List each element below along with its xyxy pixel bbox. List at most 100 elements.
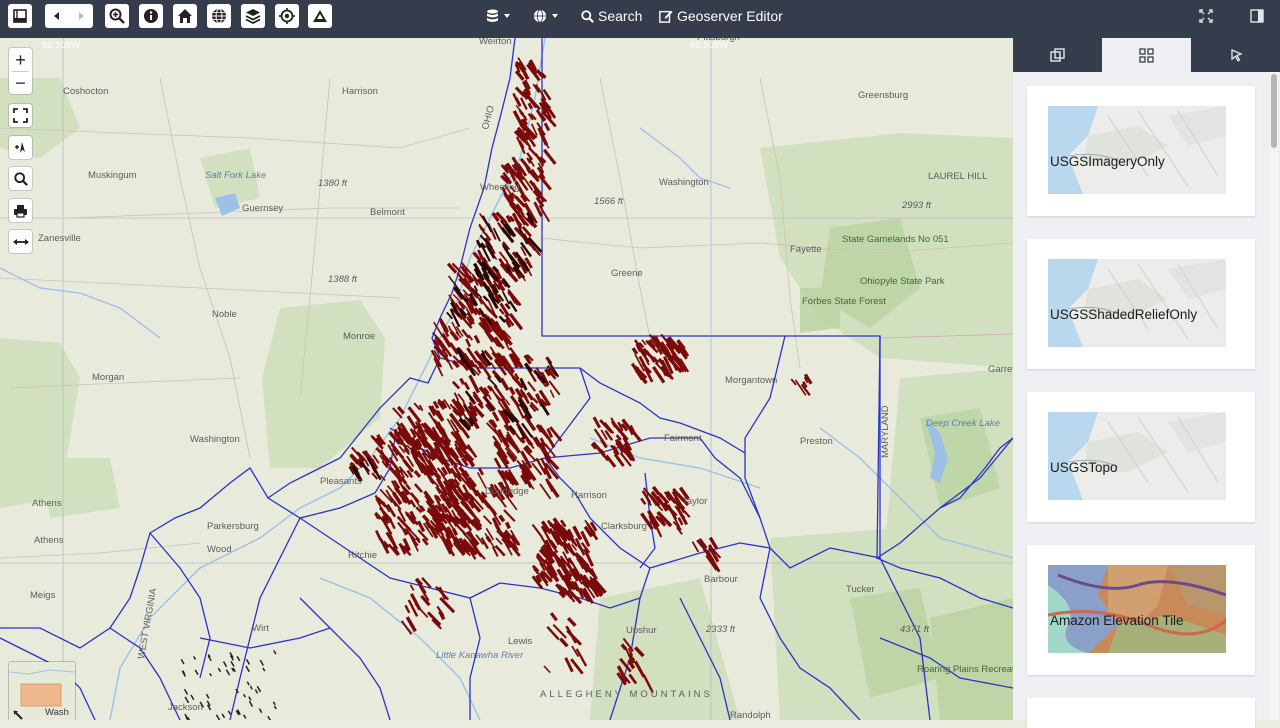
basemap-dropdown[interactable] <box>533 0 563 32</box>
basemap-panel: USGSImageryOnly USGSShadedReliefOnly USGST… <box>1013 38 1280 728</box>
basemap-globe-icon <box>533 9 547 23</box>
identify-button[interactable] <box>139 4 163 28</box>
fullscreen-button[interactable] <box>1199 9 1213 28</box>
data-dropdown[interactable] <box>486 0 515 32</box>
basemap-thumbnail[interactable]: USGSImageryOnly <box>1048 106 1226 194</box>
layers-tab[interactable] <box>1013 38 1102 72</box>
chevron-down-icon <box>504 14 510 18</box>
forward-button[interactable] <box>69 4 93 28</box>
search-label: Search <box>598 8 643 24</box>
place-label: Noble <box>212 309 237 320</box>
place-label: Monroe <box>343 331 376 342</box>
place-label: Upshur <box>626 625 657 636</box>
database-icon <box>487 9 498 22</box>
basemap-card[interactable] <box>1027 698 1255 728</box>
back-button[interactable] <box>45 4 69 28</box>
place-label: Washington <box>190 434 240 445</box>
basemap-thumbnail-image <box>1048 259 1226 347</box>
layers-copy-icon <box>1049 48 1065 62</box>
place-label: Harrison <box>571 490 607 501</box>
basemap-thumbnail[interactable]: Amazon Elevation Tile <box>1048 565 1226 653</box>
place-label: Roaring Plains Recreation Area <box>917 664 1013 675</box>
chevron-down-icon <box>552 14 558 18</box>
place-label: Greensburg <box>858 90 909 101</box>
coord-label-left: 82.109W <box>42 40 81 51</box>
panel-scrollbar-thumb[interactable] <box>1271 74 1277 148</box>
place-label: Belmont <box>370 207 405 218</box>
home-icon <box>178 9 192 23</box>
panel-scrollbar[interactable] <box>1270 72 1278 720</box>
basemap-card[interactable]: USGSShadedReliefOnly <box>1027 239 1255 369</box>
zoom-icon <box>109 8 125 24</box>
place-label: Tucker <box>846 584 875 595</box>
place-label: Little Kanawha River <box>436 650 524 661</box>
locate-me-button[interactable] <box>9 136 32 159</box>
place-label: Parkersburg <box>207 521 259 532</box>
place-label: Zanesville <box>38 233 81 244</box>
toggle-sidebar-button[interactable] <box>8 4 32 28</box>
zoom-tool-button[interactable] <box>105 4 129 28</box>
print-icon <box>14 204 27 218</box>
info-icon <box>144 9 158 23</box>
locate-button[interactable] <box>275 4 299 28</box>
place-label: Forbes State Forest <box>802 296 886 307</box>
place-label: Coshocton <box>63 86 109 97</box>
globe-icon <box>212 8 226 24</box>
panel-tabs <box>1013 38 1280 72</box>
print-button[interactable] <box>9 199 32 222</box>
place-label: Meigs <box>30 590 56 601</box>
layers-button[interactable] <box>241 4 265 28</box>
place-label: Morgantown <box>725 375 778 386</box>
place-label: Weirton <box>479 38 512 47</box>
map-search-button[interactable] <box>9 167 32 190</box>
panel-toggle-button[interactable] <box>1250 9 1264 28</box>
overview-collapse-icon[interactable] <box>12 709 24 720</box>
terrain-button[interactable] <box>308 4 332 28</box>
overview-map[interactable]: Wash <box>9 662 75 720</box>
basemap-card[interactable]: Amazon Elevation Tile <box>1027 545 1255 675</box>
panel-toggle-icon <box>1250 9 1264 23</box>
place-label: Fayette <box>790 244 822 255</box>
basemap-thumbnail[interactable]: USGSTopo <box>1048 412 1226 500</box>
place-label: Ritchie <box>348 550 378 561</box>
zoom-in-button[interactable]: + <box>9 48 32 71</box>
geoserver-editor-menu[interactable]: Geoserver Editor <box>659 0 783 32</box>
place-label: Clarksburg <box>601 521 647 532</box>
place-label: Muskingum <box>88 170 137 181</box>
globe-button[interactable] <box>207 4 231 28</box>
zoom-extent-button[interactable] <box>9 104 32 127</box>
select-tab[interactable] <box>1191 38 1280 72</box>
place-label: MARYLAND <box>880 405 891 458</box>
place-label: Taylor <box>682 496 708 507</box>
place-label: 4371 ft <box>900 624 930 635</box>
basemap-card[interactable]: USGSTopo <box>1027 392 1255 522</box>
grid-icon <box>1139 47 1154 63</box>
place-label: Ohiopyle State Park <box>860 276 945 287</box>
place-label: Wheeling <box>480 182 520 193</box>
place-label: LAUREL HILL <box>928 171 988 182</box>
top-toolbar: Search Geoserver Editor <box>0 0 1280 38</box>
place-label: Washington <box>659 177 709 188</box>
place-label: Guernsey <box>242 203 284 214</box>
zoom-out-button[interactable]: − <box>9 71 32 94</box>
home-button[interactable] <box>173 4 197 28</box>
fullscreen-icon <box>1199 9 1213 23</box>
basemap-thumbnail[interactable]: USGSShadedReliefOnly <box>1048 259 1226 347</box>
map-view[interactable]: WeirtonPittsburghCoshoctonHarrisonGreens… <box>0 38 1013 720</box>
basemap-card[interactable]: USGSImageryOnly <box>1027 86 1255 216</box>
search-menu[interactable]: Search <box>581 0 642 32</box>
place-label: Pleasants <box>320 476 362 487</box>
place-label: Randolph <box>730 710 771 720</box>
basemaps-tab[interactable] <box>1102 38 1191 72</box>
place-label: State Gamelands No 051 <box>842 234 949 245</box>
measure-button[interactable] <box>9 230 32 253</box>
place-label: 1388 ft <box>328 274 358 285</box>
place-label: Harrison <box>342 86 378 97</box>
place-label: Wirt <box>252 623 269 634</box>
place-label: Fairmont <box>664 433 702 444</box>
coord-label-center: 80.909W <box>690 40 729 51</box>
basemap-label: USGSTopo <box>1050 460 1118 475</box>
geoserver-editor-label: Geoserver Editor <box>677 8 783 24</box>
elevation-thumbnail-image <box>1048 565 1226 653</box>
place-label: Wood <box>207 544 232 555</box>
